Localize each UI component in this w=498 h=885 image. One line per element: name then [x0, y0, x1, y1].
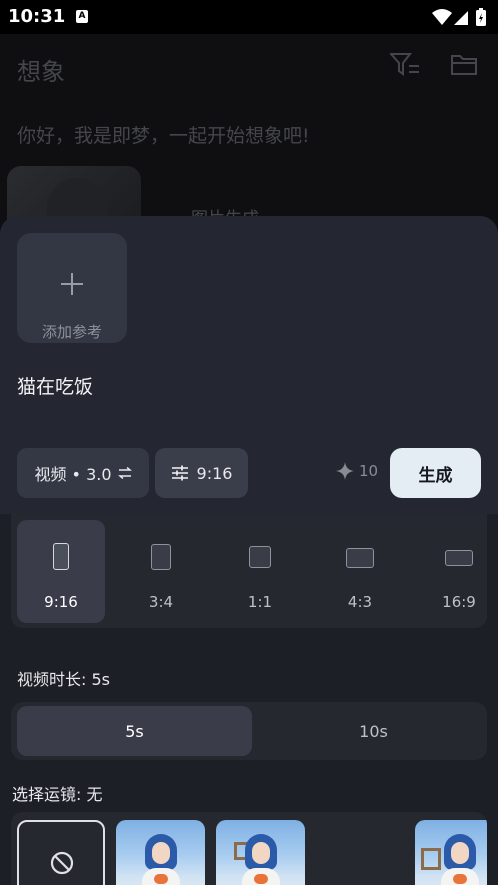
- ratio-option-9-16[interactable]: 9:16: [17, 520, 105, 623]
- wifi-icon: [432, 9, 452, 25]
- duration-option-5s[interactable]: 5s: [17, 706, 252, 756]
- generation-sheet: 添加参考 猫在吃饭 视频 • 3.0 9:16 10 生成 9:16 3:4 1…: [0, 216, 498, 885]
- credits-display: 10: [336, 462, 378, 480]
- notification-icon: A: [76, 10, 88, 23]
- ratio-option-label: 4:3: [347, 593, 373, 611]
- filter-icon[interactable]: [390, 52, 420, 78]
- duration-label: 视频时长: 5s: [17, 670, 110, 689]
- ratio-option-3-4[interactable]: 3:4: [117, 520, 205, 623]
- prompt-input[interactable]: 猫在吃饭: [17, 372, 93, 399]
- aspect-ratio-selector: 9:16 3:4 1:1 4:3 16:9: [11, 514, 487, 628]
- status-time: 10:31: [8, 6, 66, 27]
- sliders-icon: [171, 465, 188, 481]
- signal-icon: [454, 11, 468, 25]
- landscape-ratio-icon: [445, 550, 473, 566]
- duration-option-10s[interactable]: 10s: [256, 706, 491, 756]
- no-camera-icon: [50, 851, 74, 875]
- camera-movement-label: 选择运镜: 无: [12, 785, 103, 804]
- ratio-button-label: 9:16: [196, 463, 233, 483]
- swap-icon: [117, 467, 132, 479]
- add-reference-button[interactable]: 添加参考: [17, 233, 127, 343]
- ratio-option-label: 1:1: [247, 593, 273, 611]
- ratio-settings-button[interactable]: 9:16: [155, 448, 248, 498]
- camera-option-thumbnail[interactable]: [415, 820, 487, 885]
- portrait-ratio-icon: [53, 543, 69, 570]
- camera-option-thumbnail[interactable]: [216, 820, 305, 885]
- ratio-option-label: 3:4: [148, 593, 174, 611]
- model-select-button[interactable]: 视频 • 3.0: [17, 448, 149, 498]
- generate-button[interactable]: 生成: [390, 448, 481, 498]
- ratio-option-1-1[interactable]: 1:1: [216, 520, 304, 623]
- model-label: 视频 • 3.0: [34, 465, 112, 484]
- add-reference-label: 添加参考: [41, 323, 102, 341]
- prompt-panel: 添加参考 猫在吃饭 视频 • 3.0 9:16 10 生成: [0, 216, 498, 514]
- duration-selector: 5s 10s: [11, 702, 487, 760]
- ratio-option-16-9[interactable]: 16:9: [415, 520, 498, 623]
- status-bar: 10:31 A: [0, 0, 498, 34]
- square-ratio-icon: [249, 546, 271, 568]
- ratio-4-3-icon: [346, 548, 374, 568]
- ratio-option-label: 9:16: [44, 593, 78, 611]
- plus-icon: [61, 273, 83, 295]
- credits-value: 10: [359, 462, 379, 480]
- camera-none-option[interactable]: [17, 820, 105, 885]
- sparkle-icon: [336, 462, 354, 480]
- camera-option-thumbnail[interactable]: [116, 820, 205, 885]
- app-title: 想象: [17, 58, 65, 86]
- camera-movement-selector: [11, 812, 487, 885]
- greeting-text: 你好，我是即梦，一起开始想象吧!: [17, 125, 310, 147]
- ratio-option-4-3[interactable]: 4:3: [316, 520, 404, 623]
- ratio-option-label: 16:9: [442, 593, 476, 611]
- status-icons: [432, 8, 486, 26]
- folder-icon[interactable]: [450, 52, 478, 78]
- ratio-3-4-icon: [151, 544, 171, 570]
